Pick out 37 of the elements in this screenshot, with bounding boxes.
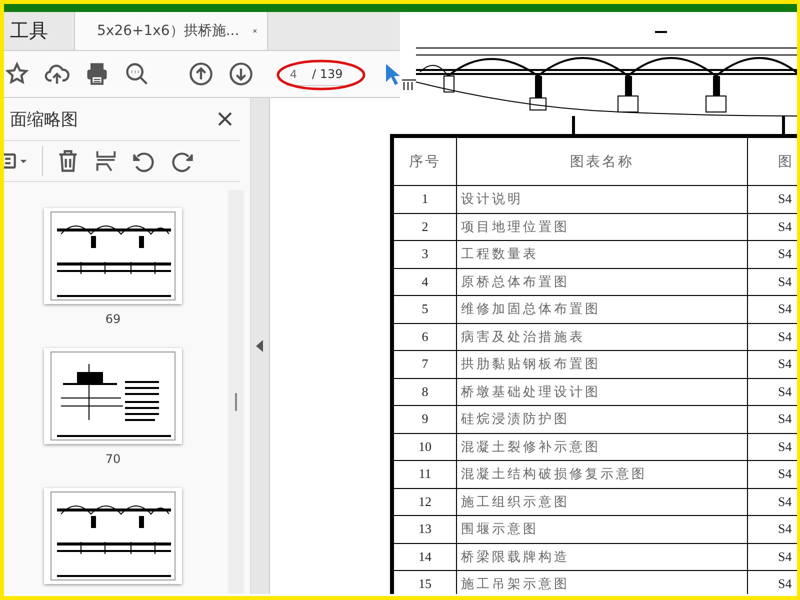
page-number: 69 [105,312,121,326]
panel-title: 面缩略图 [10,108,78,130]
page-total: / 139 [312,66,343,80]
table-cell: 11 [394,460,456,488]
table-cell: 5 [394,296,456,323]
table-cell: 混凝土裂修补示意图 [456,433,748,460]
table-cell: 桥梁限载牌构造 [456,543,748,570]
table-cell: 拱肋黏贴钢板布置图 [456,350,748,378]
table-cell: 8 [394,378,456,406]
table-cell: 设计说明 [456,186,748,213]
column-header: 图 [748,138,797,186]
table-cell: 6 [394,323,456,350]
table-cell: 3 [394,240,456,268]
table-cell: 桥墩基础处理设计图 [456,378,748,406]
table-cell: 围堰示意图 [456,516,748,543]
table-cell: 14 [394,543,456,570]
table-cell: 10 [394,433,456,460]
table-cell: 原桥总体布置图 [456,268,748,296]
table-cell: 病害及处治措施表 [456,323,748,350]
table-cell: 7 [394,350,456,378]
column-header: 图表名称 [456,138,748,186]
tab[interactable]: 5x26+1x6）拱桥施... [75,12,268,50]
table-cell: 项目地理位置图 [456,213,748,240]
table-cell: 13 [394,516,456,543]
table-cell: 2 [394,213,456,240]
table-cell: 4 [394,268,456,296]
table-cell: 硅烷浸渍防护图 [456,406,748,433]
page-number: 70 [105,452,121,466]
column-header: 序号 [394,138,456,186]
table-cell: 工程数量表 [456,240,748,268]
table-cell: 1 [394,186,456,213]
table-cell: 施工组织示意图 [456,488,748,516]
table-cell: 9 [394,406,456,433]
table-cell: 维修加固总体布置图 [456,296,748,323]
table-cell: 12 [394,488,456,516]
page-input[interactable]: 4 [290,66,302,80]
table-cell: 混凝土结构破损修复示意图 [456,460,748,488]
